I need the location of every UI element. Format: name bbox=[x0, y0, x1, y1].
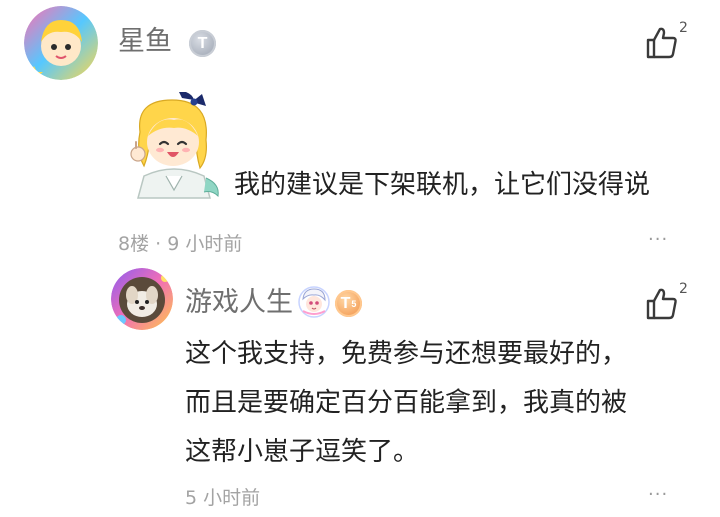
avatar[interactable] bbox=[24, 6, 98, 80]
reply-level-badge-letter: T bbox=[340, 294, 351, 312]
comment-time: 9 小时前 bbox=[167, 233, 243, 255]
thumbs-up-icon bbox=[646, 288, 677, 320]
reply-level-badge: T5 bbox=[335, 290, 362, 317]
reply-username[interactable]: 游戏人生 bbox=[185, 287, 293, 319]
reply-text-line: 而且是要确定百分百能拿到，我真的被 bbox=[185, 388, 628, 418]
reply-time: 5 小时前 bbox=[185, 487, 261, 509]
thumbs-up-icon bbox=[646, 27, 677, 59]
reply-like-button[interactable]: 2 bbox=[645, 281, 695, 321]
level-badge-letter: T bbox=[197, 34, 208, 52]
floor-number: 8楼 bbox=[118, 233, 150, 255]
level-badge: T bbox=[189, 30, 216, 57]
reply-avatar[interactable] bbox=[111, 268, 173, 330]
reply-like-count: 2 bbox=[679, 281, 688, 297]
username[interactable]: 星鱼 bbox=[118, 26, 172, 58]
like-button[interactable]: 2 bbox=[645, 20, 695, 60]
comment-text: 我的建议是下架联机，让它们没得说 bbox=[234, 170, 651, 200]
like-count: 2 bbox=[679, 20, 688, 36]
anime-girl-sticker bbox=[122, 90, 226, 200]
reply-text-line: 这个我支持，免费参与还想要最好的， bbox=[185, 339, 628, 369]
reply-text-line: 这帮小崽子逗笑了。 bbox=[185, 437, 420, 467]
reply-level-badge-number: 5 bbox=[351, 298, 357, 309]
character-medal-icon bbox=[298, 285, 330, 319]
comment-meta: 8楼 · 9 小时前 bbox=[118, 229, 242, 256]
more-options-button[interactable]: ··· bbox=[648, 229, 668, 250]
reply-more-options-button[interactable]: ··· bbox=[648, 484, 668, 505]
meta-separator: · bbox=[155, 233, 162, 255]
